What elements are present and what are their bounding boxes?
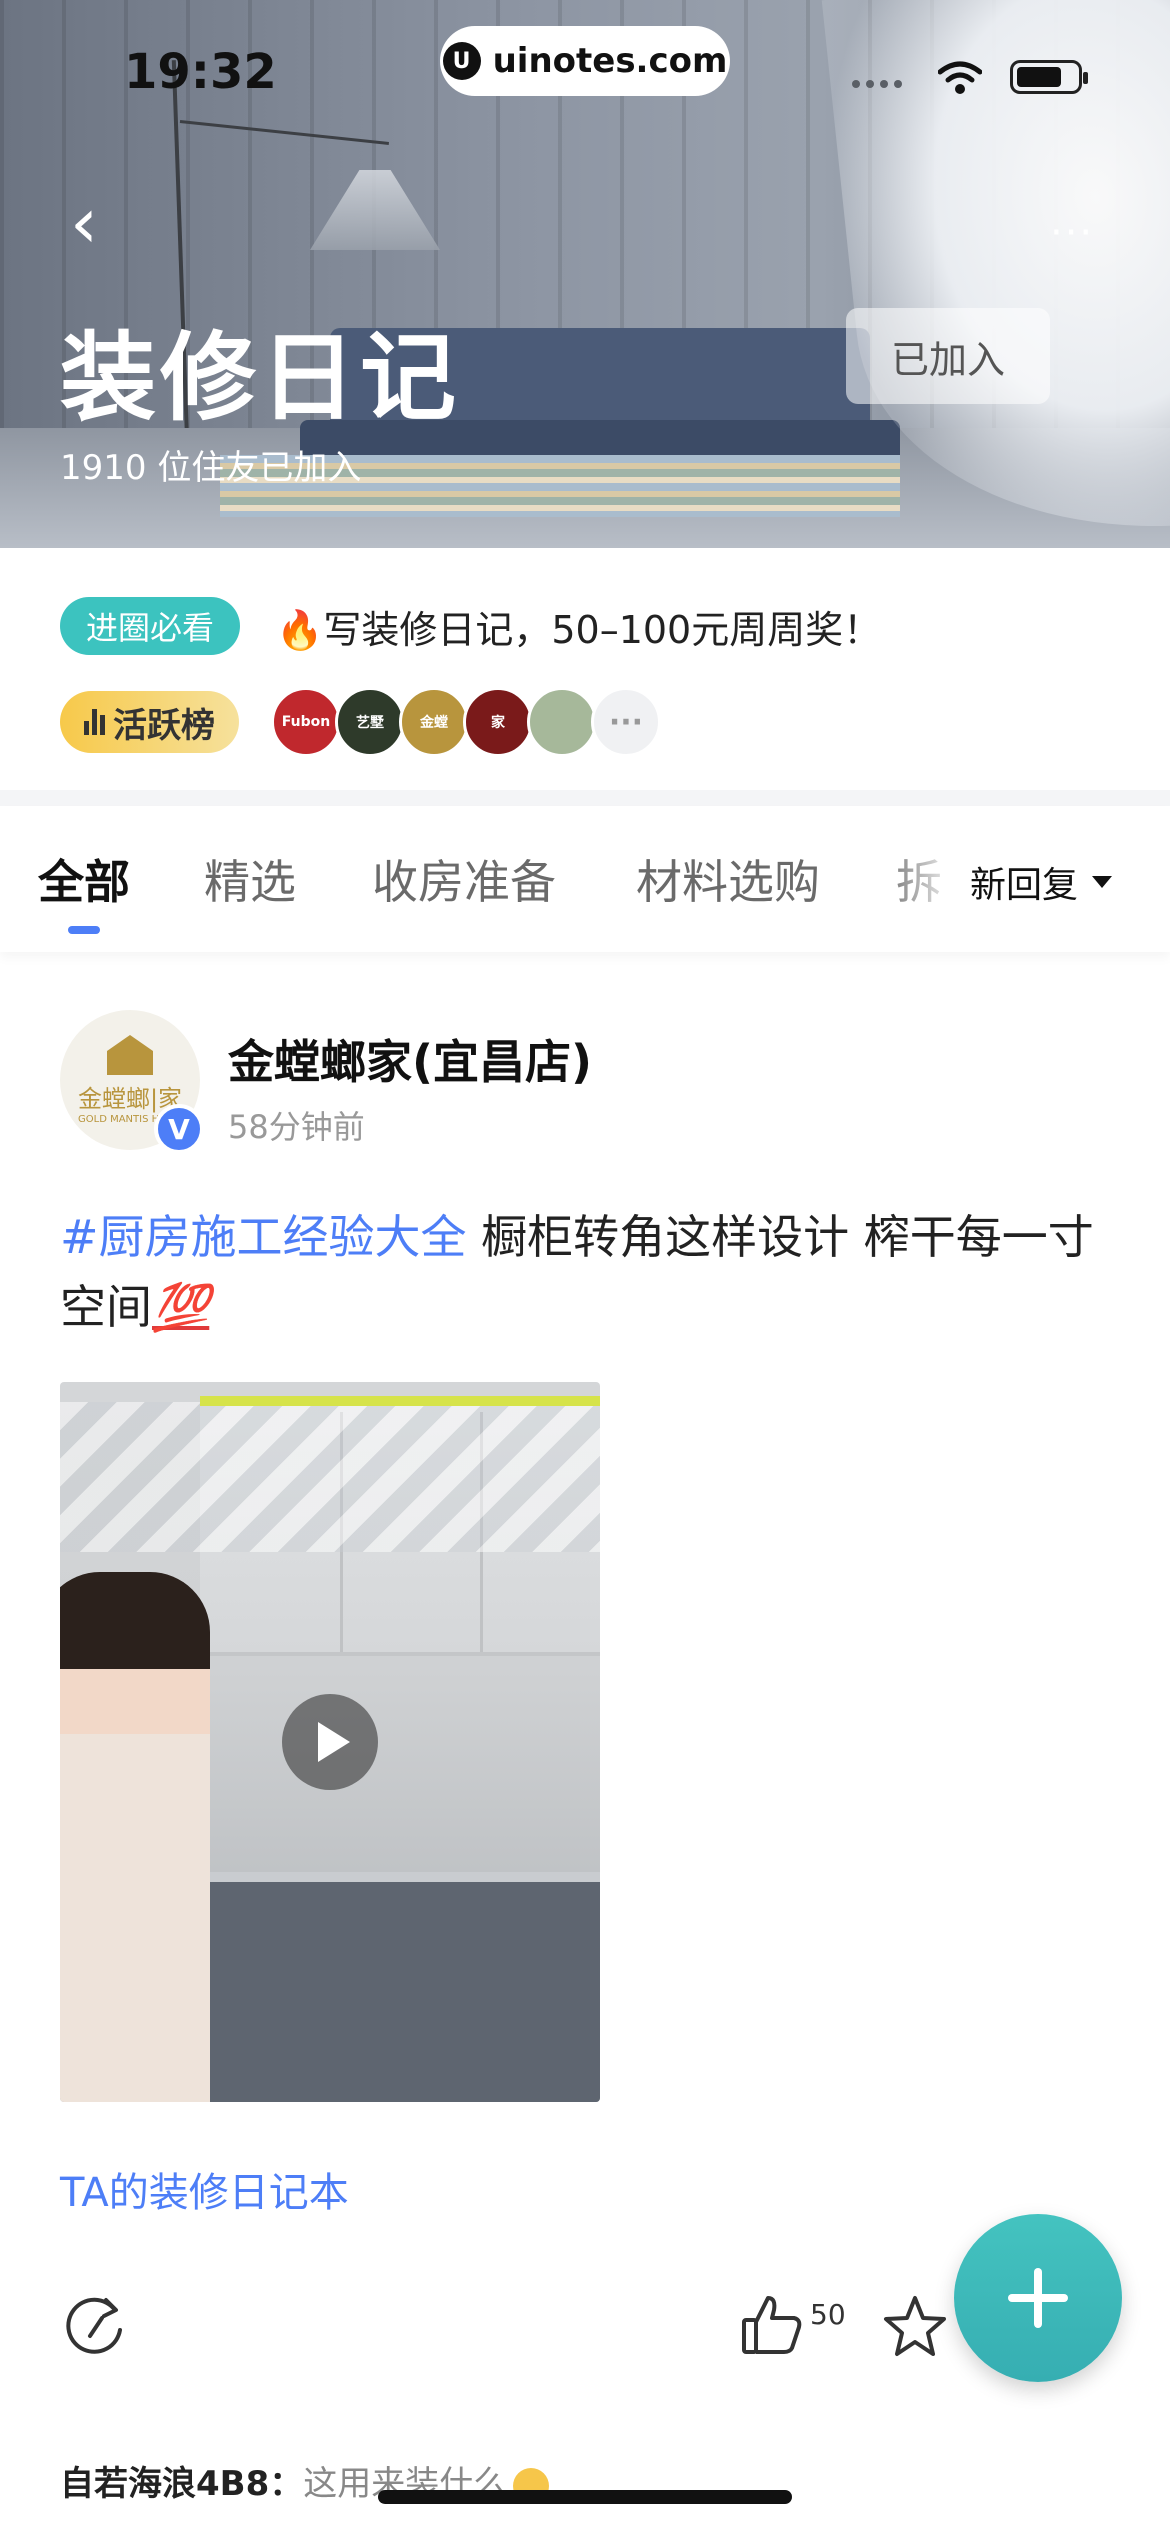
post-content[interactable]: #厨房施工经验大全 橱柜转角这样设计 榨干每一寸空间💯	[60, 1202, 1120, 1342]
ranking-avatars: Fubon 艺墅 金螳家 ···	[271, 687, 661, 757]
section-divider	[0, 790, 1170, 806]
member-count: 1910 位住友已加入	[60, 448, 362, 488]
home-indicator	[378, 2490, 792, 2504]
wifi-icon	[938, 61, 982, 94]
play-icon	[318, 1722, 350, 1762]
post-video[interactable]	[60, 1382, 600, 2102]
ranking-bars-icon	[84, 709, 105, 735]
tab-active-indicator	[68, 926, 100, 934]
caret-down-icon	[1092, 876, 1113, 888]
sort-dropdown[interactable]: 新回复	[950, 856, 1113, 908]
like-count: 50	[810, 2298, 846, 2331]
video-protective-film	[60, 1402, 600, 1552]
tab-all[interactable]: 全部	[38, 846, 130, 912]
status-time: 19:32	[124, 44, 277, 100]
post-hashtag[interactable]: #厨房施工经验大全	[60, 1210, 467, 1264]
url-pill: U uinotes.com	[440, 26, 730, 96]
comment-user: 自若海浪4B8：	[60, 2464, 304, 2504]
hundred-points-icon: 💯	[152, 1280, 210, 1334]
video-tape	[200, 1396, 600, 1406]
create-post-button[interactable]	[954, 2214, 1122, 2382]
ranking-avatar[interactable]	[527, 687, 597, 757]
plus-icon	[1008, 2268, 1068, 2328]
post-time: 58分钟前	[228, 1108, 365, 1146]
video-person	[60, 1572, 210, 2102]
group-title: 装修日记	[60, 322, 460, 434]
ranking-avatar[interactable]: 家	[463, 687, 533, 757]
tab-featured[interactable]: 精选	[204, 846, 296, 912]
active-ranking-tag: 活跃榜	[60, 691, 239, 753]
diary-link[interactable]: TA的装修日记本	[60, 2160, 349, 2218]
battery-icon	[1010, 60, 1088, 94]
tab-house-prep[interactable]: 收房准备	[372, 846, 556, 912]
fire-icon: 🔥	[276, 607, 324, 652]
brand-house-icon	[107, 1035, 153, 1075]
more-options-button[interactable]: ···	[1050, 210, 1094, 256]
ranking-avatar[interactable]: 艺墅	[335, 687, 405, 757]
category-tabs: 全部 精选 收房准备 材料选购 拆 新回复	[0, 806, 1170, 952]
video-counter	[190, 1882, 600, 2102]
ranking-avatar[interactable]: 金螳	[399, 687, 469, 757]
must-read-row[interactable]: 进圈必看 🔥写装修日记，50–100元周周奖！	[60, 596, 881, 656]
tab-fade	[880, 826, 960, 926]
tab-materials[interactable]: 材料选购	[636, 846, 820, 912]
active-ranking-row[interactable]: 活跃榜 Fubon 艺墅 金螳家 ···	[60, 687, 661, 757]
uinotes-logo-icon: U	[442, 42, 481, 80]
back-button[interactable]: ‹	[70, 188, 130, 264]
star-icon[interactable]	[880, 2292, 950, 2362]
active-ranking-label: 活跃榜	[113, 705, 215, 746]
author-name[interactable]: 金螳螂家(宜昌店)	[228, 1026, 592, 1092]
ranking-avatar[interactable]: Fubon	[271, 687, 341, 757]
joined-button[interactable]: 已加入	[846, 308, 1050, 404]
sort-label: 新回复	[970, 865, 1079, 906]
verified-badge-icon: V	[154, 1104, 204, 1154]
thumbs-up-icon[interactable]	[738, 2290, 808, 2360]
signal-icon	[852, 80, 902, 88]
play-button[interactable]	[282, 1694, 378, 1790]
ranking-more-icon[interactable]: ···	[591, 687, 661, 757]
group-header-banner: 19:32 U uinotes.com ‹ ··· 装修日记 1910 位住友已…	[0, 0, 1170, 548]
must-read-label: 写装修日记，50–100元周周奖！	[323, 607, 882, 652]
must-read-tag: 进圈必看	[60, 597, 241, 655]
url-text: uinotes.com	[492, 41, 728, 81]
must-read-text: 🔥写装修日记，50–100元周周奖！	[276, 599, 881, 654]
share-icon[interactable]	[60, 2288, 130, 2358]
